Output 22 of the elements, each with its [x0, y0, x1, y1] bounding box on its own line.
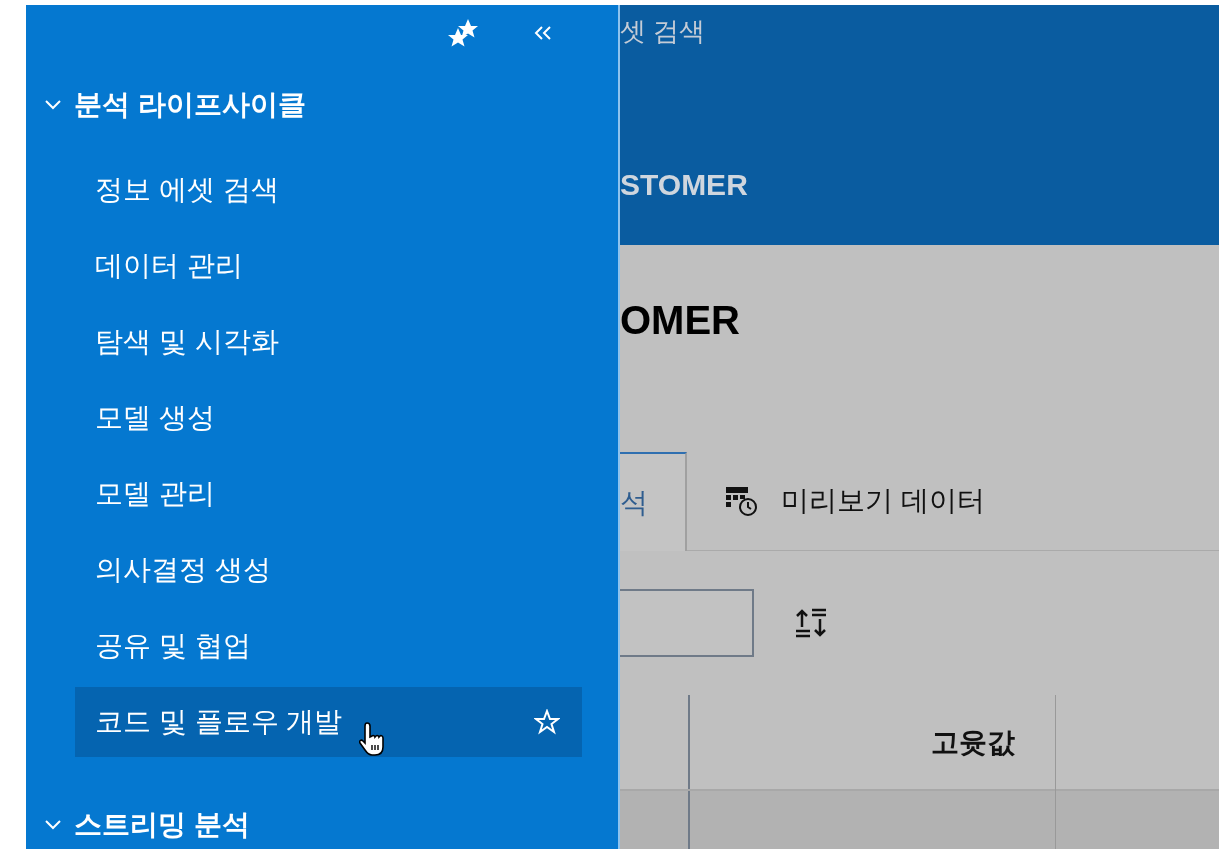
tab[interactable]: 석: [620, 452, 687, 551]
sidebar-item[interactable]: 공유 및 협업: [75, 611, 582, 681]
sidebar-item[interactable]: 모델 관리: [75, 459, 582, 529]
sidebar-item[interactable]: 코드 및 플로우 개발: [75, 687, 582, 757]
sidebar-item[interactable]: 의사결정 생성: [75, 535, 582, 605]
sidebar-group-header[interactable]: 스트리밍 분석: [74, 804, 250, 846]
star-icon[interactable]: [534, 709, 560, 735]
table-clock-icon: [725, 485, 759, 517]
tab[interactable]: 미리보기 데이터: [687, 452, 1219, 551]
search-field[interactable]: [620, 589, 754, 657]
sidebar-group-header[interactable]: 분석 라이프사이클: [74, 84, 306, 126]
sidebar-item[interactable]: 데이터 관리: [75, 231, 582, 301]
collapse-icon[interactable]: [532, 25, 554, 41]
sidebar-item[interactable]: 모델 생성: [75, 383, 582, 453]
breadcrumb[interactable]: 셋 검색: [620, 11, 1219, 51]
page-title: OMER: [620, 297, 741, 344]
sidebar-item[interactable]: 탐색 및 시각화: [75, 307, 582, 377]
header-title: STOMER: [620, 167, 749, 203]
stars-icon[interactable]: [446, 18, 480, 48]
chevron-down-icon[interactable]: [44, 819, 62, 831]
sidebar-item[interactable]: 정보 에셋 검색: [75, 155, 582, 225]
chevron-down-icon[interactable]: [44, 99, 62, 111]
